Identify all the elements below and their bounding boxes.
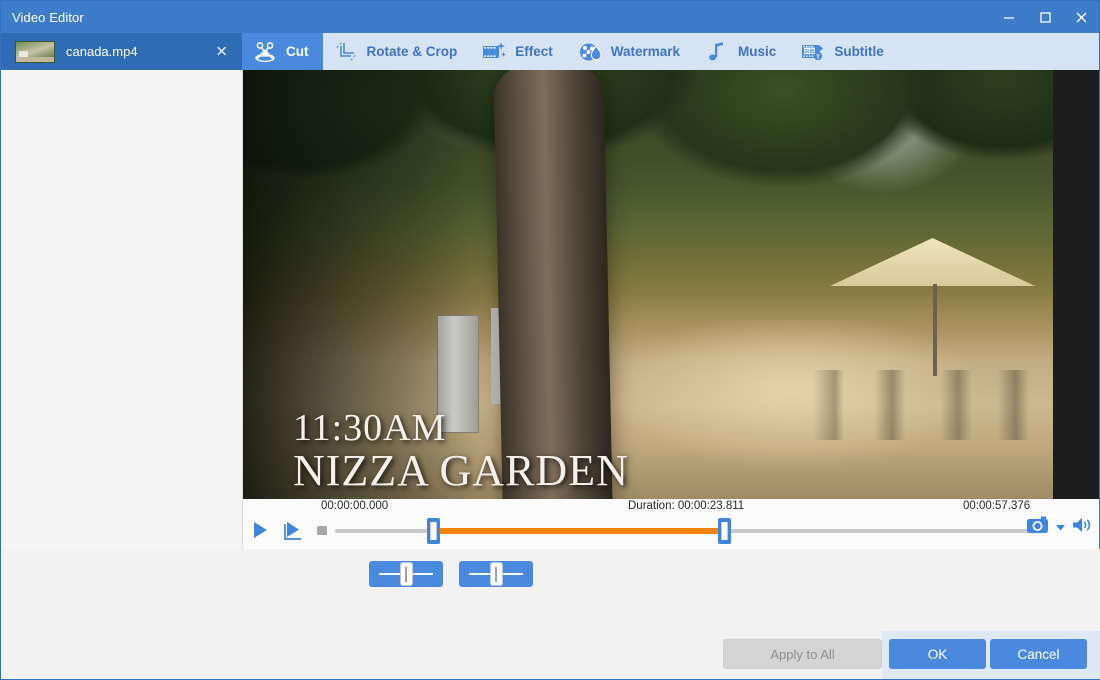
tab-cut[interactable]: Cut (242, 33, 323, 70)
close-icon[interactable]: ✕ (215, 44, 228, 59)
toolbar: canada.mp4 ✕ Cut (1, 33, 1099, 70)
cancel-button[interactable]: Cancel (990, 639, 1087, 669)
video-preview[interactable]: 11:30AM NIZZA GARDEN (243, 70, 1099, 499)
tab-label: Subtitle (834, 44, 884, 59)
timeline-start-handle[interactable] (427, 518, 440, 544)
scissors-icon (252, 40, 278, 64)
maximize-icon[interactable] (1027, 1, 1063, 33)
tab-subtitle[interactable]: SUB T Subtitle (790, 33, 898, 70)
file-tab-label: canada.mp4 (66, 44, 138, 59)
marker-grip-icon (401, 563, 412, 585)
timeline-track[interactable] (335, 528, 1035, 534)
file-tab[interactable]: canada.mp4 ✕ (1, 33, 242, 70)
overlay-time-text: 11:30AM (293, 408, 629, 448)
tab-watermark[interactable]: Watermark (567, 33, 694, 70)
svg-text:SUB: SUB (805, 48, 816, 54)
patio-chairs (813, 370, 1033, 440)
apply-to-all-button[interactable]: Apply to All (723, 639, 882, 669)
play-selection-icon[interactable] (281, 519, 305, 541)
timeline-end-handle[interactable] (718, 518, 731, 544)
video-overlay-text: 11:30AM NIZZA GARDEN (293, 408, 629, 495)
ok-button[interactable]: OK (889, 639, 986, 669)
chevron-down-icon[interactable] (1055, 519, 1066, 537)
tab-label: Rotate & Crop (367, 44, 458, 59)
overlay-place-text: NIZZA GARDEN (293, 448, 629, 495)
timeline-selection-range (433, 528, 724, 534)
playback-bar: 00:00:00.000 Duration: 00:00:23.811 00:0… (243, 499, 1099, 549)
set-start-marker-button[interactable] (369, 561, 443, 587)
watermark-icon (577, 40, 603, 64)
subtitle-icon: SUB T (800, 40, 826, 64)
window-title: Video Editor (1, 10, 84, 25)
minimize-icon[interactable] (991, 1, 1027, 33)
play-icon[interactable] (249, 519, 271, 541)
volume-icon[interactable] (1071, 515, 1093, 540)
video-frame: 11:30AM NIZZA GARDEN (243, 70, 1053, 499)
cut-controls: Start: End: (2, 549, 1100, 631)
playback-controls (249, 519, 329, 541)
title-bar: Video Editor (1, 1, 1099, 33)
tab-label: Watermark (611, 44, 680, 59)
stop-icon[interactable] (315, 523, 329, 537)
tab-rotate-crop[interactable]: Rotate & Crop (323, 33, 472, 70)
tab-label: Music (738, 44, 776, 59)
tab-strip: Cut Rotate & Crop (242, 33, 1099, 70)
close-icon[interactable] (1063, 1, 1099, 33)
film-sparkle-icon (481, 40, 507, 64)
tab-label: Cut (286, 44, 309, 59)
playback-right-tools (1026, 515, 1093, 540)
timeline-end-time: 00:00:57.376 (963, 500, 1030, 512)
tab-music[interactable]: Music (694, 33, 790, 70)
window-controls (991, 1, 1099, 33)
camera-icon[interactable] (1026, 515, 1050, 540)
set-end-marker-button[interactable] (459, 561, 533, 587)
tab-effect[interactable]: Effect (471, 33, 567, 70)
marker-grip-icon (491, 563, 502, 585)
video-thumbnail (15, 41, 55, 63)
timeline-start-time: 00:00:00.000 (321, 500, 388, 512)
music-note-icon (704, 40, 730, 64)
crop-rotate-icon (333, 40, 359, 64)
tab-label: Effect (515, 44, 553, 59)
umbrella-pole (933, 284, 937, 376)
dialog-footer: Apply to All OK Cancel (2, 631, 1100, 679)
timeline-duration-text: Duration: 00:00:23.811 (628, 500, 744, 512)
svg-text:T: T (816, 53, 821, 60)
video-editor-window: Video Editor canada.mp4 ✕ (0, 0, 1100, 680)
left-file-list-panel[interactable] (2, 70, 243, 549)
